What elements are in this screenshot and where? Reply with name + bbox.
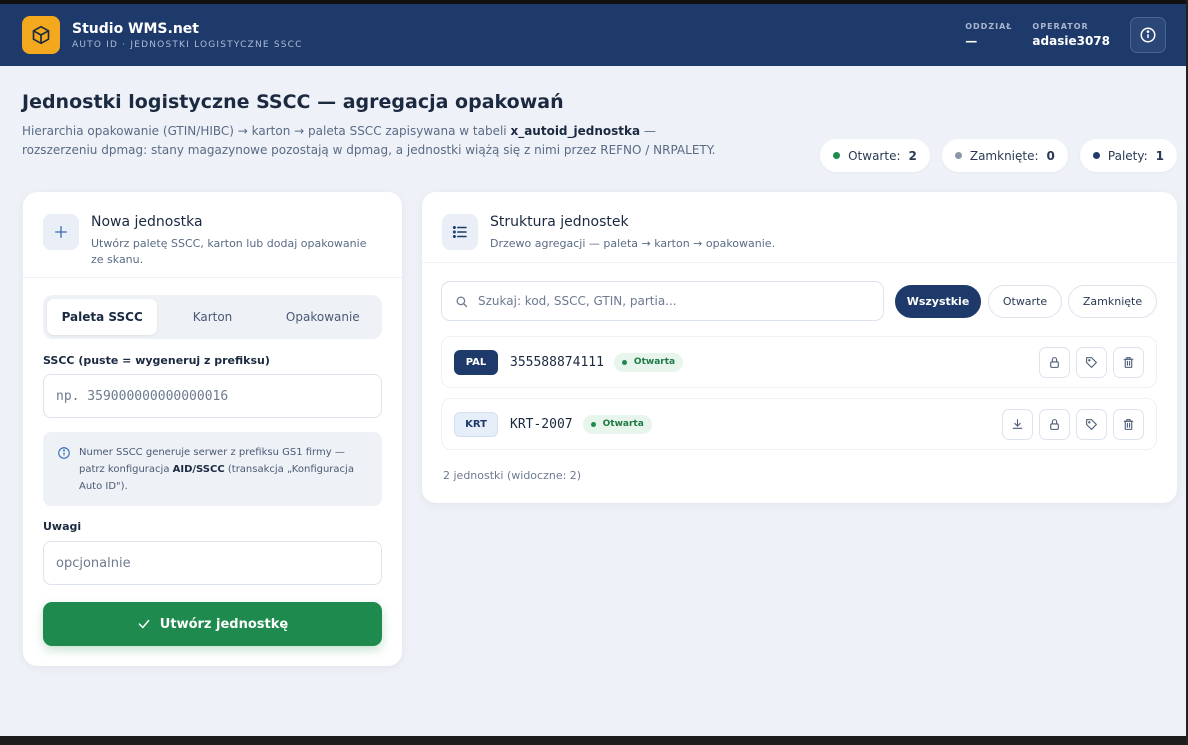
- status-dot: [954, 152, 962, 159]
- new-unit-title: Nowa jednostka: [91, 214, 203, 230]
- app-name: Studio WMS.net: [72, 20, 199, 37]
- remarks-label: Uwagi: [43, 520, 82, 533]
- operator-value: adasie3078: [1032, 34, 1110, 48]
- label-button[interactable]: [1076, 408, 1107, 440]
- unit-type-selector: Paleta SSCC Karton Opakowanie: [43, 295, 382, 339]
- structure-card: Struktura jednostek Drzewo agregacji — p…: [422, 192, 1177, 503]
- stat-value: 2: [908, 148, 917, 163]
- branch-value: —: [965, 34, 978, 48]
- search-input[interactable]: Szukaj: kod, SSCC, GTIN, partia...: [441, 281, 884, 321]
- close-unit-button[interactable]: [1039, 346, 1070, 378]
- status-badge: Otwarta: [613, 352, 684, 372]
- lock-icon: [1050, 418, 1059, 430]
- tab-carton[interactable]: Karton: [157, 299, 267, 335]
- stat-label: Zamknięte:: [969, 148, 1039, 163]
- stats-bar: Otwarte: 2 Zamknięte: 0 Palety: 1: [820, 139, 1177, 172]
- unit-row[interactable]: KRT KRT-2007 Otwarta: [441, 398, 1157, 450]
- sscc-label: SSCC (puste = wygeneruj z prefiksu): [43, 354, 270, 367]
- app-header: Studio WMS.net AUTO ID · JEDNOSTKI LOGIS…: [0, 4, 1188, 66]
- status-label: Otwarta: [633, 357, 676, 367]
- trash-icon: [1123, 418, 1134, 430]
- structure-title: Struktura jednostek: [490, 214, 629, 230]
- structure-subtitle: Drzewo agregacji — paleta → karton → opa…: [490, 237, 776, 250]
- status-badge: Otwarta: [582, 414, 652, 434]
- info-icon: [58, 447, 70, 459]
- unit-type-badge: KRT: [454, 411, 498, 437]
- brand: Studio WMS.net AUTO ID · JEDNOSTKI LOGIS…: [72, 21, 303, 50]
- new-unit-header: Nowa jednostka Utwórz paletę SSCC, karto…: [23, 192, 402, 278]
- sscc-note: Numer SSCC generuje serwer z prefiksu GS…: [43, 432, 382, 506]
- lock-icon: [1050, 356, 1059, 368]
- download-icon: [1012, 418, 1023, 429]
- create-unit-button[interactable]: Utwórz jednostkę: [43, 602, 382, 646]
- page-title: Jednostki logistyczne SSCC — agregacja o…: [22, 91, 564, 113]
- bottom-border: [0, 736, 1188, 745]
- unit-code: KRT-2007: [510, 416, 573, 432]
- delete-button[interactable]: [1113, 346, 1144, 378]
- new-unit-subtitle: Utwórz paletę SSCC, karton lub dodaj opa…: [91, 237, 367, 266]
- stat-pallets: Palety: 1: [1079, 139, 1177, 172]
- create-button-label: Utwórz jednostkę: [159, 616, 289, 632]
- list-icon: [442, 214, 478, 250]
- structure-header: Struktura jednostek Drzewo agregacji — p…: [422, 192, 1177, 263]
- stat-open: Otwarte: 2: [820, 139, 930, 172]
- note-text: Numer SSCC generuje serwer z prefiksu GS…: [79, 444, 368, 494]
- info-icon: [1140, 27, 1156, 43]
- info-button[interactable]: [1130, 17, 1166, 53]
- branch-label: ODDZIAŁ: [965, 22, 1013, 31]
- status-dot: [621, 359, 627, 365]
- status-dot: [590, 421, 596, 427]
- stat-label: Otwarte:: [848, 148, 901, 163]
- page-description: Hierarchia opakowanie (GTIN/HIBC) → kart…: [22, 122, 722, 160]
- tab-pallet[interactable]: Paleta SSCC: [47, 299, 158, 335]
- operator-info: OPERATOR adasie3078: [1032, 22, 1110, 48]
- desc-text-1: Hierarchia opakowanie (GTIN/HIBC) → kart…: [22, 124, 511, 138]
- remarks-input[interactable]: opcjonalnie: [43, 541, 382, 585]
- tag-icon: [1086, 356, 1097, 368]
- filter-open[interactable]: Otwarte: [988, 285, 1062, 318]
- delete-button[interactable]: [1113, 408, 1144, 440]
- status-dot: [833, 152, 841, 159]
- filter-closed[interactable]: Zamknięte: [1068, 285, 1157, 318]
- filter-all[interactable]: Wszystkie: [895, 285, 981, 318]
- label-button[interactable]: [1076, 346, 1107, 378]
- search-icon: [456, 296, 468, 307]
- stat-value: 0: [1046, 148, 1055, 163]
- desc-table-name: x_autoid_jednostka: [510, 124, 641, 138]
- unit-code: 355588874111: [510, 354, 604, 370]
- plus-icon: [43, 214, 79, 250]
- close-unit-button[interactable]: [1039, 408, 1070, 440]
- sscc-input[interactable]: np. 359000000000000016: [43, 374, 382, 418]
- stat-value: 1: [1155, 148, 1164, 163]
- unit-type-badge: PAL: [454, 349, 498, 375]
- branch-info: ODDZIAŁ —: [965, 22, 1012, 48]
- search-placeholder: Szukaj: kod, SSCC, GTIN, partia...: [478, 294, 677, 308]
- unit-count: 2 jednostki (widoczne: 2): [443, 469, 582, 482]
- note-bold: AID/SSCC: [172, 464, 225, 475]
- move-to-pallet-button[interactable]: [1002, 408, 1033, 440]
- box-icon: [22, 16, 60, 54]
- operator-label: OPERATOR: [1032, 22, 1089, 31]
- new-unit-card: Nowa jednostka Utwórz paletę SSCC, karto…: [23, 192, 402, 666]
- app-subtitle: AUTO ID · JEDNOSTKI LOGISTYCZNE SSCC: [72, 39, 303, 50]
- stat-closed: Zamknięte: 0: [941, 139, 1068, 172]
- tag-icon: [1086, 418, 1097, 430]
- stat-label: Palety:: [1107, 148, 1148, 163]
- status-dot: [1092, 152, 1100, 159]
- trash-icon: [1123, 356, 1134, 368]
- unit-row[interactable]: PAL 355588874111 Otwarta: [441, 336, 1157, 388]
- status-label: Otwarta: [602, 419, 644, 429]
- tab-package[interactable]: Opakowanie: [268, 299, 378, 335]
- check-icon: [138, 619, 150, 629]
